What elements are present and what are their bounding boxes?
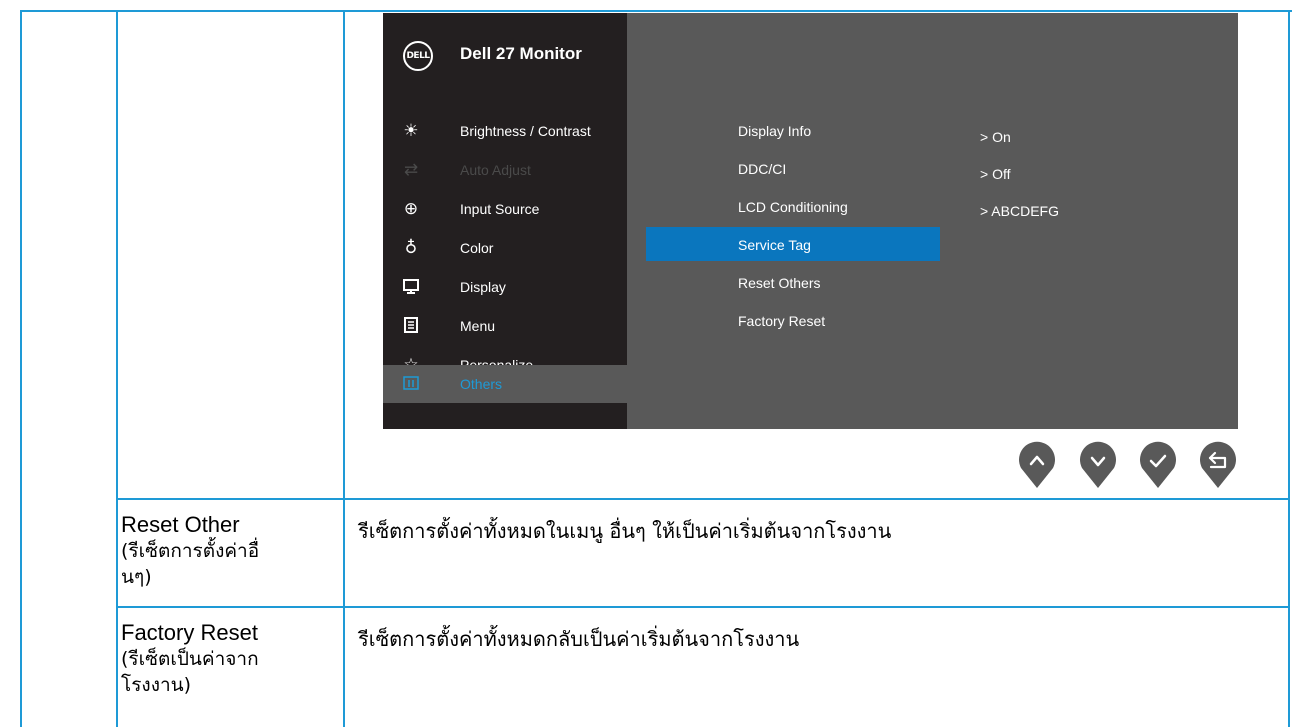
table-row-divider bbox=[116, 498, 1290, 500]
menu-item-others[interactable]: Others bbox=[383, 365, 627, 403]
back-button[interactable] bbox=[1198, 440, 1238, 490]
submenu-item-reset-others[interactable]: Reset Others bbox=[646, 265, 940, 299]
osd-menu: DELL Dell 27 Monitor ☀ Brightness / Cont… bbox=[383, 13, 1238, 429]
up-button[interactable] bbox=[1017, 440, 1057, 490]
menu-item-label: Input Source bbox=[460, 201, 540, 217]
reset-other-name-th-cont: นๆ) bbox=[121, 566, 152, 588]
reset-other-name-th: (รีเซ็ตการตั้งค่าอื่ bbox=[121, 540, 260, 562]
menu-item-menu[interactable]: Menu bbox=[383, 307, 627, 345]
up-icon bbox=[1019, 441, 1055, 488]
brightness-icon: ☀ bbox=[403, 121, 419, 141]
menu-item-color[interactable]: ♁ Color bbox=[383, 229, 627, 267]
menu-item-label: Brightness / Contrast bbox=[460, 123, 591, 139]
table-col2-border bbox=[343, 10, 345, 727]
menu-item-label: Auto Adjust bbox=[460, 162, 531, 178]
display-icon bbox=[401, 277, 421, 297]
reset-other-name: Reset Other (รีเซ็ตการตั้งค่าอื่ นๆ) bbox=[121, 512, 341, 590]
dell-logo: DELL bbox=[403, 41, 433, 71]
check-icon bbox=[1140, 441, 1176, 488]
down-icon bbox=[1080, 441, 1116, 488]
table-row-divider bbox=[116, 606, 1290, 608]
confirm-button[interactable] bbox=[1138, 440, 1178, 490]
menu-item-label: Color bbox=[460, 240, 494, 256]
submenu-item-label: Factory Reset bbox=[738, 313, 826, 329]
reset-other-name-en: Reset Other bbox=[121, 512, 240, 537]
submenu-item-label: Reset Others bbox=[738, 275, 821, 291]
lcd-conditioning-value: > Off bbox=[980, 166, 1011, 182]
menu-item-input-source[interactable]: ⊕ Input Source bbox=[383, 190, 627, 228]
submenu-item-factory-reset[interactable]: Factory Reset bbox=[646, 303, 940, 337]
table-right-border bbox=[1288, 10, 1290, 727]
service-tag-value: > ABCDEFG bbox=[980, 203, 1059, 219]
factory-reset-description: รีเซ็ตการตั้งค่าทั้งหมดกลับเป็นค่าเริ่มต… bbox=[358, 627, 800, 651]
osd-main-menu: DELL Dell 27 Monitor ☀ Brightness / Cont… bbox=[383, 13, 627, 429]
factory-reset-name: Factory Reset (รีเซ็ตเป็นค่าจาก โรงงาน) bbox=[121, 620, 341, 698]
color-icon: ♁ bbox=[404, 238, 418, 258]
others-icon bbox=[401, 374, 421, 394]
factory-reset-name-en: Factory Reset bbox=[121, 620, 258, 645]
reset-other-description: รีเซ็ตการตั้งค่าทั้งหมดในเมนู อื่นๆ ให้เ… bbox=[358, 519, 892, 543]
submenu-item-display-info[interactable]: Display Info bbox=[646, 113, 940, 147]
table-left-border bbox=[20, 10, 22, 727]
menu-item-display[interactable]: Display bbox=[383, 268, 627, 306]
table-top-border bbox=[20, 10, 1292, 12]
auto-adjust-icon: ⇄ bbox=[403, 160, 419, 180]
ddc-ci-value: > On bbox=[980, 129, 1011, 145]
submenu-item-label: LCD Conditioning bbox=[738, 199, 848, 215]
submenu-item-label: DDC/CI bbox=[738, 161, 787, 177]
factory-reset-name-th: (รีเซ็ตเป็นค่าจาก bbox=[121, 648, 259, 670]
menu-item-brightness-contrast[interactable]: ☀ Brightness / Contrast bbox=[383, 112, 627, 150]
back-icon bbox=[1200, 441, 1236, 488]
menu-item-label: Others bbox=[460, 376, 503, 392]
factory-reset-name-th-cont: โรงงาน) bbox=[121, 674, 192, 696]
submenu-item-lcd-conditioning[interactable]: LCD Conditioning bbox=[646, 189, 940, 223]
submenu-item-label: Service Tag bbox=[738, 237, 811, 253]
down-button[interactable] bbox=[1078, 440, 1118, 490]
menu-item-label: Menu bbox=[460, 318, 496, 334]
submenu-item-service-tag[interactable]: Service Tag bbox=[646, 227, 940, 261]
osd-header: DELL Dell 27 Monitor bbox=[383, 13, 627, 93]
osd-title: Dell 27 Monitor bbox=[460, 44, 582, 63]
input-source-icon: ⊕ bbox=[403, 199, 419, 219]
menu-icon bbox=[401, 316, 421, 336]
menu-item-label: Display bbox=[460, 279, 506, 295]
menu-item-auto-adjust: ⇄ Auto Adjust bbox=[383, 151, 627, 189]
table-col1-border bbox=[116, 10, 118, 727]
submenu-item-label: Display Info bbox=[738, 123, 812, 139]
submenu-item-ddc-ci[interactable]: DDC/CI bbox=[646, 151, 940, 185]
